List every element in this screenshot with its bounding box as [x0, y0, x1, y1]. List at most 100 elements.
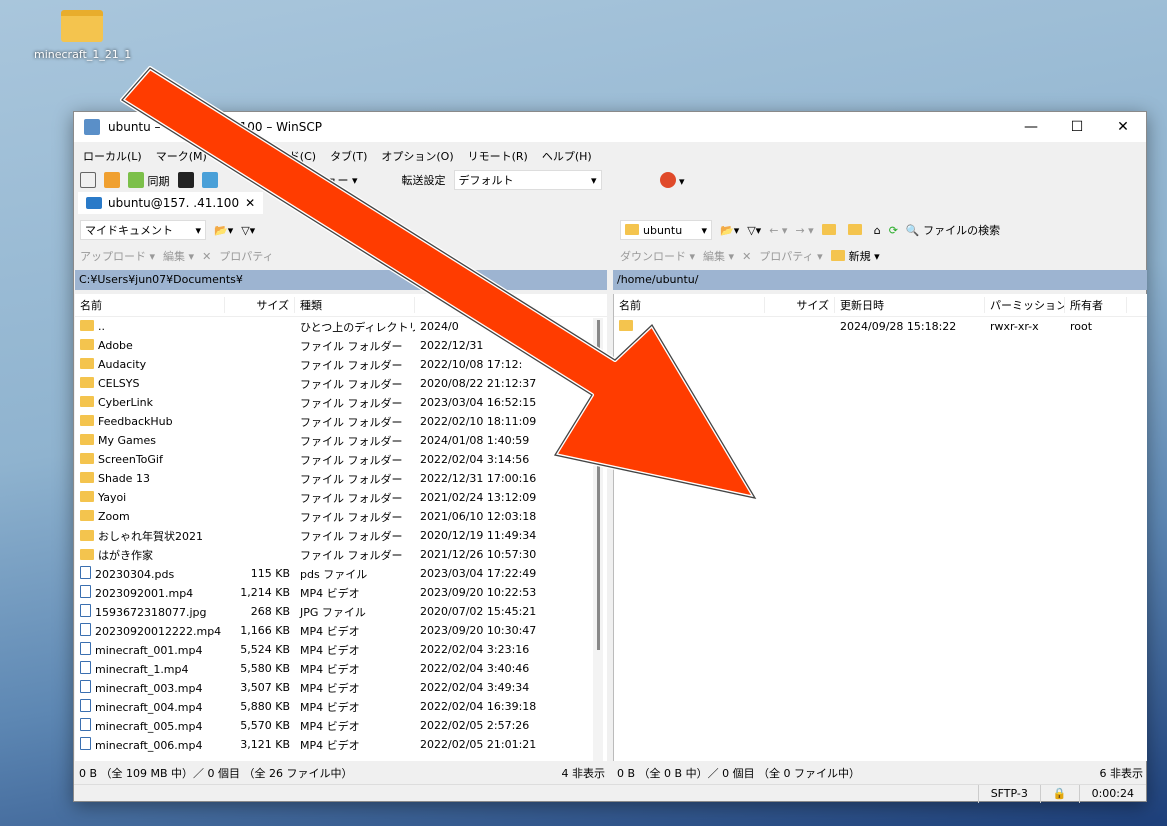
cell: 2022/02/05 21:01:21 — [420, 738, 537, 751]
cell: minecraft_003.mp4 — [95, 682, 203, 695]
back-icon[interactable]: ← ▾ — [769, 224, 787, 237]
cell: 2021/02/24 13:12:09 — [420, 491, 537, 504]
upload-button[interactable]: アップロード ▾ — [80, 248, 155, 264]
file-row[interactable]: ScreenToGif ファイル フォルダー 2022/02/04 3:14:56 — [75, 450, 607, 469]
file-row[interactable]: CELSYS ファイル フォルダー 2020/08/22 21:12:37 — [75, 374, 607, 393]
terminal-icon[interactable] — [177, 172, 194, 188]
forward-icon[interactable]: → ▾ — [795, 224, 813, 237]
cell: ファイル フォルダー — [300, 453, 403, 467]
download-button[interactable]: ダウンロード ▾ — [620, 248, 695, 264]
properties-button[interactable]: プロパティ ▾ — [759, 248, 822, 264]
column-header[interactable]: 更新日時 — [835, 297, 985, 313]
parent-dir-icon[interactable] — [821, 223, 840, 237]
file-row[interactable]: おしゃれ年賀状2021 ファイル フォルダー 2020/12/19 11:49:34 — [75, 526, 607, 545]
column-header[interactable]: 種類 — [295, 297, 415, 313]
file-row[interactable]: minecraft_001.mp4 5,524 KB MP4 ビデオ 2022/02/… — [75, 640, 607, 659]
sync-browse-icon[interactable] — [104, 172, 120, 188]
cell: 20230920012222.mp4 — [95, 625, 222, 638]
file-row[interactable]: Yayoi ファイル フォルダー 2021/02/24 13:12:09 — [75, 488, 607, 507]
putty-icon[interactable] — [201, 172, 218, 188]
file-row[interactable]: minecraft_1.mp4 5,580 KB MP4 ビデオ 2022/02/04… — [75, 659, 607, 678]
file-row[interactable]: 1593672318077.jpg 268 KB JPG ファイル 2020/07/0… — [75, 602, 607, 621]
delete-icon[interactable]: ✕ — [202, 250, 211, 263]
file-row[interactable]: minecraft_003.mp4 3,507 KB MP4 ビデオ 2022/02/… — [75, 678, 607, 697]
cell: 2022/10/08 17:12: — [420, 358, 523, 371]
find-files-button[interactable]: 🔍 ファイルの検索 — [906, 222, 1000, 238]
folder-icon — [80, 510, 94, 521]
open-folder-icon[interactable]: 📂▾ — [720, 224, 739, 237]
protocol-label: SFTP-3 — [977, 785, 1040, 803]
right-location-select[interactable]: ubuntu ▾ — [620, 220, 712, 240]
lock-icon[interactable]: 🔒 — [1039, 785, 1079, 803]
desktop-icon-minecraft[interactable]: minecraft_1_21_1 — [34, 10, 131, 61]
cell: minecraft_005.mp4 — [95, 720, 203, 733]
file-row[interactable]: Shade 13 ファイル フォルダー 2022/12/31 17:00:16 — [75, 469, 607, 488]
file-row[interactable]: minecraft_005.mp4 5,570 KB MP4 ビデオ 2022/02/… — [75, 716, 607, 735]
right-file-list[interactable]: 名前 サイズ 更新日時 パーミッション 所有者 2024/09/28 15:18:22 rw… — [613, 294, 1147, 761]
file-row[interactable]: FeedbackHub ファイル フォルダー 2022/02/10 18:11:09 — [75, 412, 607, 431]
column-header[interactable]: サイズ — [225, 297, 295, 313]
cell: 2023/03/04 17:22:49 — [420, 567, 537, 580]
filter-icon[interactable]: ▽▾ — [747, 224, 761, 237]
folder-icon — [80, 529, 94, 541]
properties-button[interactable]: プロパティ — [219, 248, 273, 264]
left-location-select[interactable]: マイドキュメント ▾ — [80, 220, 206, 240]
cell: 2021/06/10 12:03:18 — [420, 510, 537, 523]
cell: 5,880 KB — [240, 700, 290, 713]
root-dir-icon[interactable] — [847, 223, 866, 237]
cell: 20230304.pds — [95, 568, 175, 581]
file-row[interactable]: Audacity ファイル フォルダー 2022/10/08 17:12: — [75, 355, 607, 374]
menu-item[interactable]: ド(C) — [286, 148, 319, 164]
sync-button[interactable]: 同期 — [128, 171, 170, 189]
edit-button[interactable]: 編集 ▾ — [163, 248, 194, 264]
home-icon[interactable]: ⌂ — [874, 224, 881, 237]
file-row[interactable]: My Games ファイル フォルダー 2024/01/08 1:40:59 — [75, 431, 607, 450]
file-row[interactable]: 2024/09/28 15:18:22 rwxr-xr-x root — [614, 317, 1147, 336]
menu-item[interactable]: リモート(R) — [465, 148, 531, 164]
cell: root — [1070, 320, 1093, 333]
file-row[interactable]: はがき作家 ファイル フォルダー 2021/12/26 10:57:30 — [75, 545, 607, 564]
file-row[interactable]: 2023092001.mp4 1,214 KB MP4 ビデオ 2023/09/20 … — [75, 583, 607, 602]
transfer-settings-select[interactable]: デフォルト ▾ — [453, 170, 602, 190]
minimize-button[interactable]: — — [1008, 119, 1054, 135]
new-button[interactable]: 新規 ▾ — [830, 248, 880, 264]
filter-icon[interactable]: ▽▾ — [241, 224, 255, 237]
menu-item[interactable]: タブ(T) — [327, 148, 370, 164]
close-button[interactable]: ✕ — [1100, 119, 1146, 135]
column-header[interactable]: 所有者 — [1065, 297, 1127, 313]
compare-icon[interactable] — [80, 172, 96, 188]
menu-item[interactable]: オプション(O) — [378, 148, 456, 164]
file-row[interactable]: .. ひとつ上のディレクトリ 2024/0 — [75, 317, 607, 336]
cell: 1593672318077.jpg — [95, 606, 207, 619]
menu-item[interactable]: ローカル(L) — [80, 148, 145, 164]
delete-icon[interactable]: ✕ — [742, 250, 751, 263]
column-header[interactable]: 名前 — [614, 297, 765, 313]
parent-folder-icon — [619, 320, 633, 331]
menu-item[interactable]: マーク(M) — [153, 148, 210, 164]
column-header[interactable]: パーミッション — [985, 297, 1065, 313]
open-folder-icon[interactable]: 📂▾ — [214, 224, 233, 237]
folder-icon — [80, 339, 94, 350]
file-row[interactable]: 20230920012222.mp4 1,166 KB MP4 ビデオ 2023/09… — [75, 621, 607, 640]
refresh-icon[interactable]: ⟳ — [889, 224, 898, 237]
cell: MP4 ビデオ — [300, 624, 360, 638]
edit-button[interactable]: 編集 ▾ — [703, 248, 734, 264]
menu-item[interactable]: ヘルプ(H) — [539, 148, 595, 164]
left-file-list[interactable]: 名前 サイズ 種類 .. ひとつ上のディレクトリ 2024/0 Adobe ファイル フォルダ… — [75, 294, 607, 761]
reconnect-icon[interactable]: ▾ — [659, 172, 685, 188]
folder-icon — [80, 453, 94, 464]
left-scrollbar[interactable] — [593, 318, 603, 761]
column-header[interactable]: 名前 — [75, 297, 225, 313]
column-header[interactable]: サイズ — [765, 297, 835, 313]
file-row[interactable]: CyberLink ファイル フォルダー 2023/03/04 16:52:15 — [75, 393, 607, 412]
file-row[interactable]: minecraft_006.mp4 3,121 KB MP4 ビデオ 2022/02/… — [75, 735, 607, 754]
file-row[interactable]: minecraft_004.mp4 5,880 KB MP4 ビデオ 2022/02/… — [75, 697, 607, 716]
file-icon — [80, 642, 91, 655]
tab-session[interactable]: ubuntu@157. .41.100 ✕ — [78, 192, 264, 214]
file-row[interactable]: Zoom ファイル フォルダー 2021/06/10 12:03:18 — [75, 507, 607, 526]
queue-button[interactable]: キュー ▾ — [316, 172, 358, 188]
maximize-button[interactable]: ☐ — [1054, 119, 1100, 135]
close-tab-icon[interactable]: ✕ — [245, 196, 255, 210]
file-row[interactable]: Adobe ファイル フォルダー 2022/12/31 — [75, 336, 607, 355]
file-row[interactable]: 20230304.pds 115 KB pds ファイル 2023/03/04 17:… — [75, 564, 607, 583]
